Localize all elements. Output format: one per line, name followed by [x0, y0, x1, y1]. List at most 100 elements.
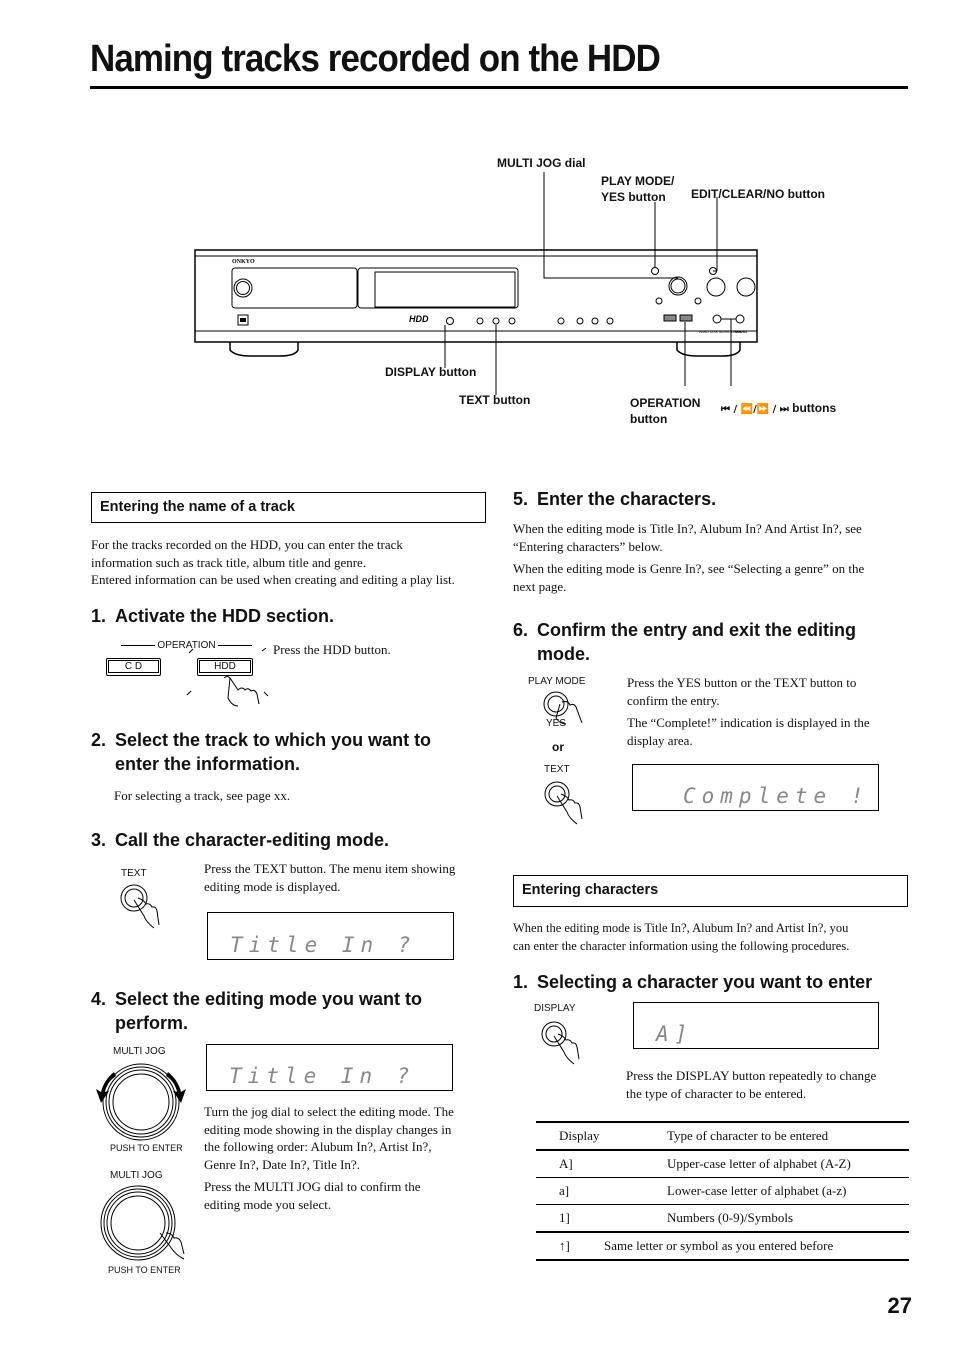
step5-text-1: When the editing mode is Title In?, Alub…	[513, 521, 862, 554]
skip-search-icons: ⏮ / ⏪/⏩ / ⏭	[721, 404, 789, 415]
step-title: enter the information.	[115, 754, 301, 774]
step-title: Confirm the entry and exit the editing	[537, 620, 857, 640]
step6-text-2: The “Complete!” indication is displayed …	[627, 715, 870, 748]
skip-buttons-label: buttons	[792, 401, 837, 415]
step6-text-1: Press the YES button or the TEXT button …	[627, 675, 857, 708]
text-button-press-icon	[544, 781, 583, 825]
lcd-display-step4: Title In ?	[206, 1044, 453, 1091]
text-label: TEXT	[544, 764, 570, 775]
play-mode-label: PLAY MODE	[528, 676, 586, 687]
step1-text: Press the HDD button.	[273, 642, 391, 657]
table-header-type: Type of character to be entered	[667, 1128, 829, 1143]
table-row: a] Lower-case letter of alphabet (a-z)	[536, 1178, 909, 1205]
step-title: Enter the characters.	[537, 489, 717, 509]
operation-button-figure: OPERATION C D HDD	[104, 640, 274, 707]
table-cell-type: Lower-case letter of alphabet (a-z)	[667, 1183, 847, 1198]
multi-jog-rotate-icon	[96, 1063, 186, 1141]
step-number: 6.	[513, 620, 529, 640]
character-type-table: Display Type of character to be entered …	[536, 1121, 909, 1261]
or-label: or	[552, 740, 564, 754]
entering-characters-intro: When the editing mode is Title In?, Alub…	[513, 921, 850, 953]
yes-label: YES	[546, 718, 567, 729]
callout-edit-clear-no: EDIT/CLEAR/NO button	[691, 187, 825, 201]
multi-jog-label-top: MULTI JOG	[113, 1046, 166, 1057]
intro-line: Entered information can be used when cre…	[91, 572, 455, 587]
step3-text: Press the TEXT button. The menu item sho…	[204, 861, 456, 894]
lcd-text: A]	[656, 1022, 694, 1046]
callout-operation-2: button	[630, 412, 668, 426]
multi-jog-label-bottom: MULTI JOG	[110, 1170, 163, 1181]
intro-paragraph: For the tracks recorded on the HDD, you …	[91, 536, 491, 589]
table-cell-type: Numbers (0-9)/Symbols	[667, 1210, 794, 1225]
callout-operation-1: OPERATION	[630, 396, 701, 410]
step-number: 1.	[513, 972, 529, 992]
sub1-text: Press the DISPLAY button repeatedly to c…	[626, 1068, 877, 1101]
push-to-enter-caption-bottom: PUSH TO ENTER	[108, 1265, 181, 1275]
display-button-label: DISPLAY	[534, 1003, 576, 1014]
table-cell-type: Same letter or symbol as you entered bef…	[604, 1238, 834, 1253]
callout-play-mode-yes-1: PLAY MODE/	[601, 174, 675, 188]
brand-logo: ONKYO	[232, 259, 255, 265]
step-title: Activate the HDD section.	[115, 606, 335, 626]
section-header-entering-name: Entering the name of a track	[91, 492, 486, 523]
table-cell-display: A]	[559, 1156, 573, 1171]
cd-button[interactable]: C D	[106, 658, 161, 676]
table-row: ↑] Same letter or symbol as you entered b…	[536, 1232, 909, 1260]
step4-heading: 4. Select the editing mode you want to pe…	[91, 987, 491, 1035]
lcd-display-complete: Complete !	[632, 764, 879, 811]
step5-heading: 5. Enter the characters.	[513, 487, 716, 511]
table-header-row: Display Type of character to be entered	[536, 1123, 909, 1150]
lcd-display-character-type: A]	[633, 1002, 879, 1049]
step4-text-2: Press the MULTI JOG dial to confirm the …	[204, 1179, 421, 1212]
pressing-hand-icon	[186, 648, 269, 707]
step-title: mode.	[537, 644, 591, 664]
step-title: Select the editing mode you want to	[115, 989, 423, 1009]
multi-jog-press-icon	[100, 1185, 185, 1261]
table-cell-display: a]	[559, 1183, 570, 1198]
step-title: Selecting a character you want to enter	[537, 972, 873, 992]
step-title: Call the character-editing mode.	[115, 830, 390, 850]
step-title: Select the track to which you want to	[115, 730, 432, 750]
step4-text-1: Turn the jog dial to select the editing …	[204, 1104, 454, 1172]
lcd-text: Complete !	[683, 784, 870, 808]
step3-heading: 3. Call the character-editing mode.	[91, 828, 389, 852]
sub1-heading: 1. Selecting a character you want to ente…	[513, 970, 872, 994]
step1-heading: 1. Activate the HDD section.	[91, 604, 334, 628]
callout-play-mode-yes-2: YES button	[601, 190, 666, 204]
step-number: 5.	[513, 489, 529, 509]
table-row: 1] Numbers (0-9)/Symbols	[536, 1205, 909, 1232]
text-button-press-icon	[120, 884, 160, 929]
page-title: Naming tracks recorded on the HDD	[90, 38, 661, 80]
step5-text-2: When the editing mode is Genre In?, see …	[513, 561, 865, 594]
callout-skip-buttons: ⏮ / ⏪/⏩ / ⏭ buttons	[721, 400, 836, 418]
table-header-display: Display	[559, 1128, 600, 1143]
intro-line: information such as track title, album t…	[91, 554, 367, 570]
page-number: 27	[887, 1293, 912, 1318]
intro-line: For the tracks recorded on the HDD, you …	[91, 537, 403, 552]
display-button-press-icon	[541, 1021, 580, 1065]
step-number: 2.	[91, 730, 107, 750]
step2-text: For selecting a track, see page xx.	[114, 788, 291, 803]
callout-text: TEXT button	[459, 393, 531, 407]
callout-multi-jog: MULTI JOG dial	[497, 156, 586, 170]
step6-heading: 6. Confirm the entry and exit the editing…	[513, 618, 913, 666]
step-number: 3.	[91, 830, 107, 850]
section-header-entering-characters: Entering characters	[513, 875, 908, 907]
push-to-enter-caption-top: PUSH TO ENTER	[110, 1143, 183, 1153]
title-rule	[90, 86, 908, 89]
table-cell-display: 1]	[559, 1210, 570, 1225]
hdd-logo: HDD	[409, 314, 429, 324]
step2-heading: 2. Select the track to which you want to …	[91, 728, 491, 776]
table-row-same-char: ↑] Same letter or symbol as you entered b…	[536, 1232, 909, 1260]
table-row: A] Upper-case letter of alphabet (A-Z)	[536, 1150, 909, 1178]
step-title: perform.	[115, 1013, 189, 1033]
lcd-display-step3: Title In ?	[207, 912, 454, 960]
text-button-label: TEXT	[121, 868, 147, 879]
step-number: 1.	[91, 606, 107, 626]
model-name: MB-S1	[735, 329, 748, 334]
callout-display: DISPLAY button	[385, 365, 477, 379]
step-number: 4.	[91, 989, 107, 1009]
lcd-text: Title In ?	[230, 933, 417, 957]
table-cell-display: ↑]	[559, 1238, 570, 1253]
lcd-text: Title In ?	[229, 1064, 416, 1088]
